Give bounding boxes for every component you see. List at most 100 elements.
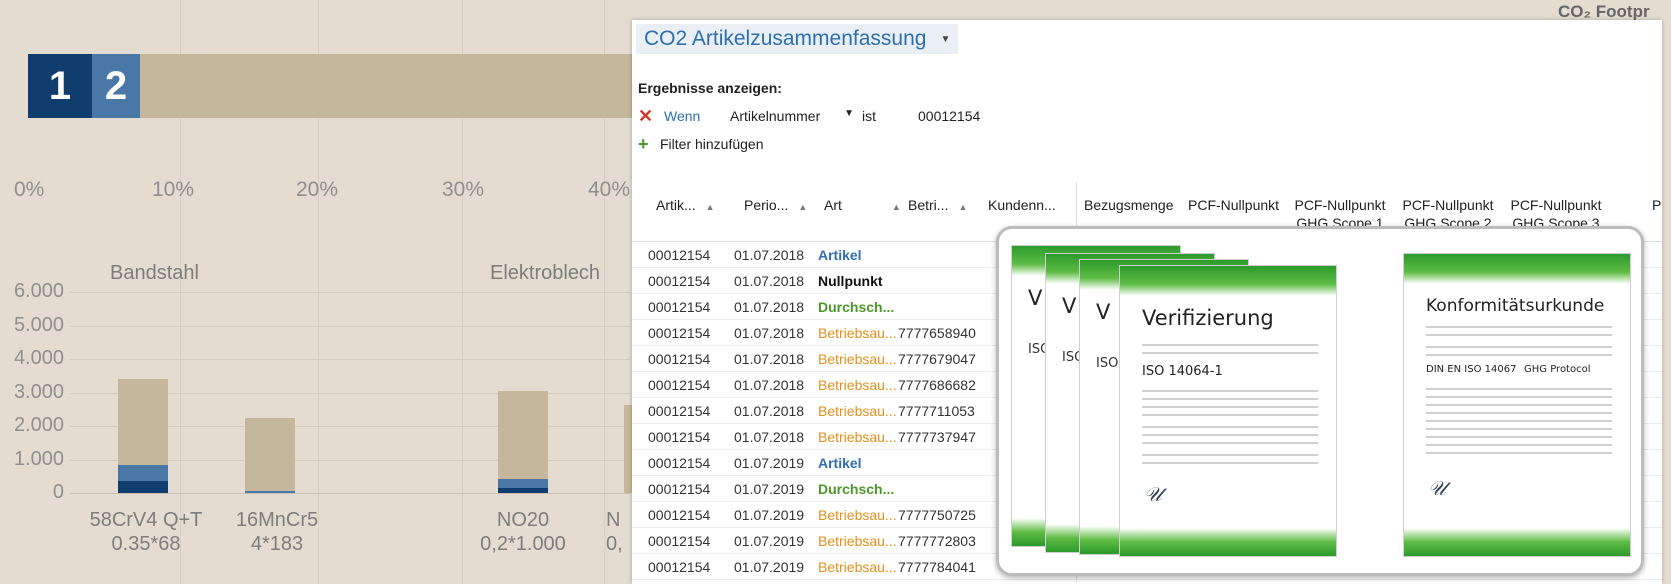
add-filter-label: Filter hinzufügen: [660, 136, 764, 152]
y-tick: 0: [52, 481, 64, 503]
cell-art: Durchsch...: [818, 481, 895, 497]
cell-artikel: 00012154: [648, 325, 711, 341]
cell-betrieb: 7777772803: [898, 533, 976, 549]
x-label: 58CrV4 Q+T 0.35*68: [89, 509, 203, 555]
y-tick: 3.000: [13, 381, 64, 403]
percent-tick: 20%: [296, 178, 339, 201]
cell-artikel: 00012154: [648, 481, 711, 497]
column-bar: [498, 391, 548, 493]
percent-tick: 10%: [152, 178, 195, 201]
filter-operator[interactable]: ist: [862, 108, 918, 124]
cell-artikel: 00012154: [648, 533, 711, 549]
cell-artikel: 00012154: [648, 351, 711, 367]
remove-filter-icon[interactable]: ✕: [638, 106, 664, 127]
filter-wenn-link[interactable]: Wenn: [664, 108, 730, 124]
cell-artikel: 00012154: [648, 377, 711, 393]
certificate-konformitaet: Konformitätsurkunde DIN EN ISO 14067 GHG…: [1403, 253, 1631, 557]
certificate-verifizierung: Verifizierung ISO 14064-1 𝒰: [1119, 265, 1337, 557]
cell-periode: 01.07.2018: [734, 299, 805, 315]
cell-art: Betriebsau...: [818, 559, 897, 575]
top-stacked-bar: 1 2: [28, 54, 648, 118]
group-label-elektroblech: Elektroblech: [490, 262, 601, 284]
filter-field-select[interactable]: Artikelnummer ▼: [730, 108, 862, 124]
cell-artikel: 00012154: [648, 507, 711, 523]
cell-artikel: 00012154: [648, 455, 711, 471]
group-label-bandstahl: Bandstahl: [110, 262, 199, 284]
column-bar-partial: [624, 405, 632, 493]
cell-betrieb: 7777750725: [898, 507, 976, 523]
cell-periode: 01.07.2018: [734, 273, 805, 289]
cell-betrieb: 7777737947: [898, 429, 976, 445]
sort-icon: ▲: [958, 202, 968, 212]
cell-art: Betriebsau...: [818, 429, 897, 445]
plus-icon: +: [638, 133, 649, 154]
cell-art: Betriebsau...: [818, 351, 897, 367]
cell-art: Betriebsau...: [818, 377, 897, 393]
y-tick: 1.000: [13, 448, 64, 470]
column-header-bezugsmenge[interactable]: Bezugsmenge: [1084, 196, 1174, 214]
cell-artikel: 00012154: [648, 403, 711, 419]
certificate-title: Konformitätsurkunde: [1426, 296, 1605, 316]
panel-title: CO2 Artikelzusammenfassung: [644, 27, 927, 50]
cell-artikel: 00012154: [648, 247, 711, 263]
cell-periode: 01.07.2018: [734, 325, 805, 341]
column-header-kunde[interactable]: Kundenn...: [988, 196, 1056, 214]
certificate-standard: DIN EN ISO 14067: [1426, 364, 1517, 375]
cell-periode: 01.07.2019: [734, 559, 805, 575]
column-header-artikel[interactable]: Artik... ▲: [656, 196, 715, 216]
cell-betrieb: 7777686682: [898, 377, 976, 393]
percent-tick: 30%: [442, 178, 485, 201]
cell-art: Artikel: [818, 247, 862, 263]
sort-icon: ▲: [705, 202, 715, 212]
cell-art: Artikel: [818, 455, 862, 471]
results-label: Ergebnisse anzeigen:: [638, 80, 782, 96]
cell-art: Betriebsau...: [818, 325, 897, 341]
signature: 𝒰: [1428, 476, 1446, 500]
cell-betrieb: 7777679047: [898, 351, 976, 367]
y-tick: 6.000: [13, 280, 64, 302]
signature: 𝒰: [1144, 482, 1162, 506]
cell-artikel: 00012154: [648, 273, 711, 289]
cell-artikel: 00012154: [648, 299, 711, 315]
certificate-standard: GHG Protocol: [1524, 364, 1591, 375]
cell-periode: 01.07.2018: [734, 377, 805, 393]
cell-artikel: 00012154: [648, 559, 711, 575]
bar-segment-1: 1: [28, 54, 92, 118]
filter-row: ✕ Wenn Artikelnummer ▼ ist 00012154: [638, 105, 980, 127]
cell-artikel: 00012154: [648, 429, 711, 445]
column-header-art[interactable]: Art ▲: [824, 196, 901, 216]
x-label: 16MnCr5 4*183: [235, 509, 319, 555]
column-header-pcf[interactable]: PCF-Nullpunkt: [1188, 196, 1279, 214]
column-header-more[interactable]: P: [1652, 196, 1661, 214]
cell-art: Durchsch...: [818, 299, 895, 315]
cell-periode: 01.07.2019: [734, 481, 805, 497]
y-tick: 5.000: [13, 314, 64, 336]
cell-art: Betriebsau...: [818, 533, 897, 549]
column-bar: [245, 418, 295, 493]
x-label: NO20 0,2*1.000: [480, 509, 566, 555]
cell-periode: 01.07.2018: [734, 247, 805, 263]
panel-title-dropdown[interactable]: CO2 Artikelzusammenfassung ▼: [636, 24, 959, 54]
cell-periode: 01.07.2018: [734, 351, 805, 367]
right-fragment-title: CO₂ Footpr: [1558, 2, 1650, 21]
add-filter-button[interactable]: + Filter hinzufügen: [638, 134, 764, 154]
y-tick: 2.000: [13, 414, 64, 436]
chevron-down-icon: ▼: [844, 108, 854, 119]
sort-icon: ▲: [798, 202, 808, 212]
cell-betrieb: 7777658940: [898, 325, 976, 341]
cell-art: Nullpunkt: [818, 273, 883, 289]
filter-value[interactable]: 00012154: [918, 108, 980, 124]
certificate-standard: ISO 14064-1: [1142, 364, 1223, 379]
cell-art: Betriebsau...: [818, 403, 897, 419]
cell-betrieb: 7777711053: [898, 403, 975, 419]
column-header-betrieb[interactable]: Betri... ▲: [908, 196, 967, 216]
sort-icon: ▲: [891, 202, 901, 212]
column-bar: [118, 379, 168, 493]
percent-tick: 40%: [588, 178, 631, 201]
cell-periode: 01.07.2019: [734, 533, 805, 549]
bar-segment-2: 2: [92, 54, 140, 118]
cell-betrieb: 7777784041: [898, 559, 976, 575]
column-header-periode[interactable]: Perio... ▲: [744, 196, 807, 216]
y-tick: 4.000: [13, 347, 64, 369]
chevron-down-icon: ▼: [940, 33, 951, 45]
